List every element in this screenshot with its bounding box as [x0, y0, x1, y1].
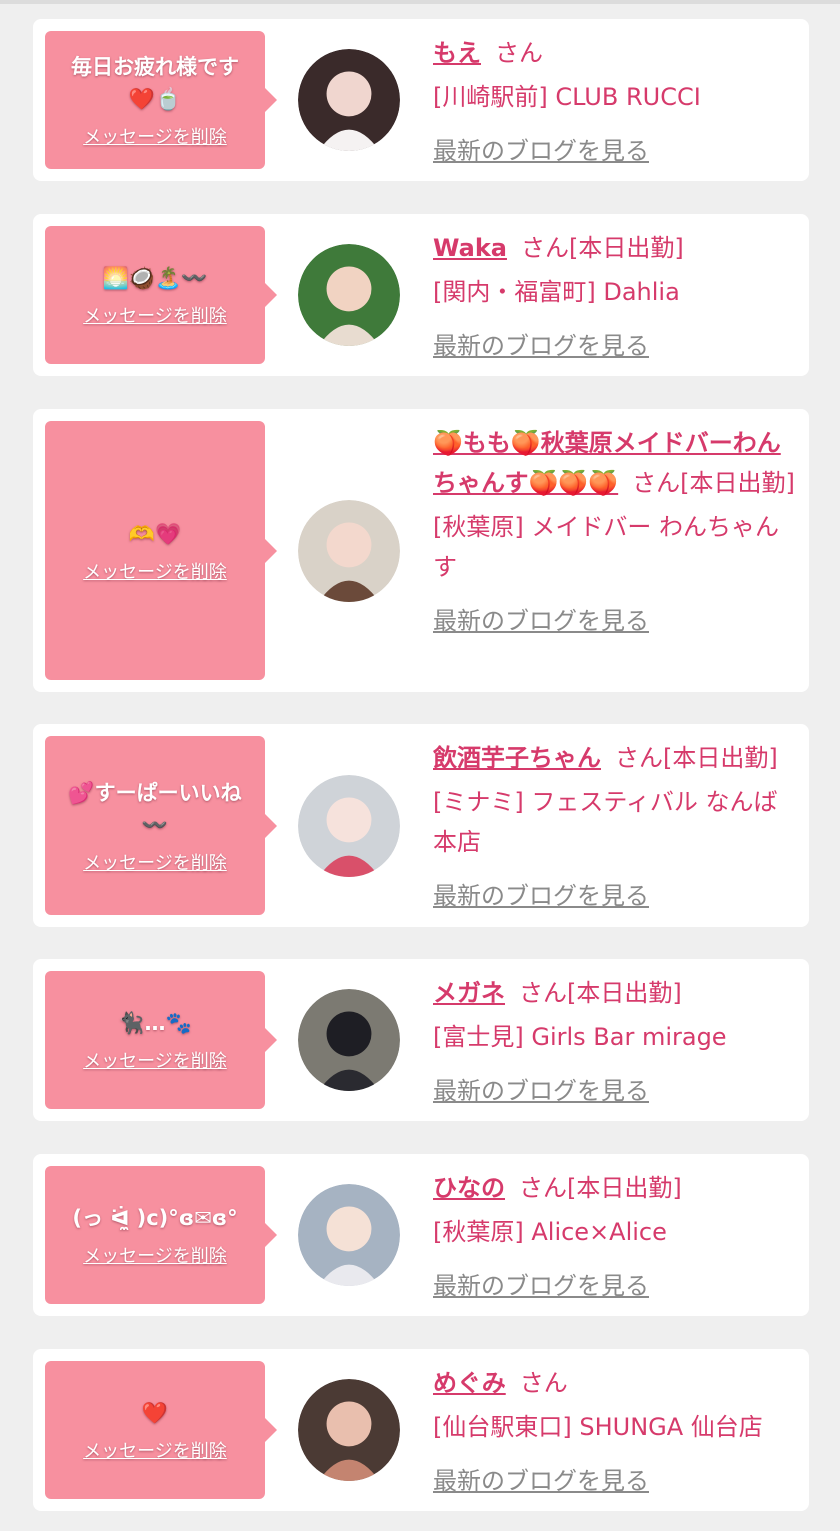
delete-message-link[interactable]: メッセージを削除 — [83, 123, 227, 149]
profile-photo-icon — [298, 774, 400, 877]
cast-name-link[interactable]: 飲酒芋子ちゃん — [433, 744, 601, 772]
message-text: 💕すーぱーいいね 〰️ — [68, 780, 242, 837]
profile-photo-icon — [298, 1379, 400, 1481]
message-card: 🌅🥥🏝️〰️ メッセージを削除 Waka さん[本日出勤] [関内・福富町] Da… — [33, 214, 809, 376]
cast-name-link[interactable]: メガネ — [433, 979, 505, 1007]
latest-blog-link[interactable]: 最新のブログを見る — [433, 326, 649, 366]
shop-name: [ミナミ] フェスティバル なんば本店 — [433, 788, 778, 856]
message-bubble: 🐈‍⬛…🐾 メッセージを削除 — [45, 971, 277, 1109]
shop-name: [富士見] Girls Bar mirage — [433, 1023, 727, 1051]
cast-info: 飲酒芋子ちゃん さん[本日出勤] [ミナミ] フェスティバル なんば本店 最新のブ… — [433, 738, 797, 916]
message-text: (っ ᐛ̼ )c)°ɞ✉ɞ° — [72, 1206, 238, 1230]
honorific-label: さん — [495, 39, 543, 67]
profile-photo-icon — [298, 499, 400, 602]
avatar[interactable] — [298, 774, 400, 877]
attendance-badge: [本日出勤] — [568, 234, 684, 262]
cast-name-link[interactable]: めぐみ — [433, 1369, 506, 1397]
avatar[interactable] — [298, 49, 400, 151]
latest-blog-link[interactable]: 最新のブログを見る — [433, 1461, 649, 1501]
message-card: 毎日お疲れ様です ❤️🍵 メッセージを削除 もえ さん [川崎駅前] CLUB R… — [33, 19, 809, 181]
profile-photo-icon — [298, 989, 400, 1091]
attendance-badge: [本日出勤] — [567, 1174, 682, 1202]
honorific-label: さん — [632, 469, 681, 497]
message-card: (っ ᐛ̼ )c)°ɞ✉ɞ° メッセージを削除 ひなの さん[本日出勤] [秋葉原… — [33, 1154, 809, 1316]
message-bubble: 🌅🥥🏝️〰️ メッセージを削除 — [45, 226, 277, 364]
message-list: 毎日お疲れ様です ❤️🍵 メッセージを削除 もえ さん [川崎駅前] CLUB R… — [0, 0, 840, 1531]
honorific-label: さん — [519, 1369, 568, 1397]
message-card: 🫶💗 メッセージを削除 🍑もも🍑秋葉原メイドバーわんちゃんす🍑🍑🍑 さん[本日出勤… — [33, 409, 809, 692]
message-text: 毎日お疲れ様です ❤️🍵 — [71, 55, 239, 111]
cast-name-link[interactable]: もえ — [433, 39, 481, 67]
delete-message-link[interactable]: メッセージを削除 — [83, 302, 227, 328]
delete-message-link[interactable]: メッセージを削除 — [83, 1047, 227, 1073]
profile-photo-icon — [298, 49, 400, 151]
shop-name: [秋葉原] Alice×Alice — [433, 1218, 667, 1246]
latest-blog-link[interactable]: 最新のブログを見る — [433, 1071, 649, 1111]
cast-info: ひなの さん[本日出勤] [秋葉原] Alice×Alice 最新のブログを見る — [433, 1168, 797, 1306]
message-bubble: 💕すーぱーいいね 〰️ メッセージを削除 — [45, 736, 277, 915]
cast-info: Waka さん[本日出勤] [関内・福富町] Dahlia 最新のブログを見る — [433, 228, 797, 366]
avatar[interactable] — [298, 1379, 400, 1481]
cast-name-line: 🍑もも🍑秋葉原メイドバーわんちゃんす🍑🍑🍑 さん[本日出勤] — [433, 423, 797, 503]
honorific-label: さん — [519, 1174, 567, 1202]
attendance-badge: [本日出勤] — [680, 469, 795, 497]
shop-name: [川崎駅前] CLUB RUCCI — [433, 83, 701, 111]
attendance-badge: [本日出勤] — [663, 744, 778, 772]
cast-info: メガネ さん[本日出勤] [富士見] Girls Bar mirage 最新のブロ… — [433, 973, 797, 1111]
profile-photo-icon — [298, 1184, 400, 1286]
cast-info: めぐみ さん [仙台駅東口] SHUNGA 仙台店 最新のブログを見る — [433, 1363, 797, 1501]
cast-name-line: Waka さん[本日出勤] — [433, 228, 797, 268]
avatar[interactable] — [298, 1184, 400, 1286]
avatar[interactable] — [298, 989, 400, 1091]
cast-info: もえ さん [川崎駅前] CLUB RUCCI 最新のブログを見る — [433, 33, 797, 171]
cast-name-line: ひなの さん[本日出勤] — [433, 1168, 797, 1208]
shop-name: [仙台駅東口] SHUNGA 仙台店 — [433, 1413, 763, 1441]
message-card: 🐈‍⬛…🐾 メッセージを削除 メガネ さん[本日出勤] [富士見] Girls B… — [33, 959, 809, 1121]
message-text: 🐈‍⬛…🐾 — [118, 1011, 192, 1035]
cast-name-line: メガネ さん[本日出勤] — [433, 973, 797, 1013]
message-card: 💕すーぱーいいね 〰️ メッセージを削除 飲酒芋子ちゃん さん[本日出勤] [ミナ… — [33, 724, 809, 927]
cast-name-line: 飲酒芋子ちゃん さん[本日出勤] — [433, 738, 797, 778]
message-bubble: ❤️ メッセージを削除 — [45, 1361, 277, 1499]
shop-name: [関内・福富町] Dahlia — [433, 278, 680, 306]
latest-blog-link[interactable]: 最新のブログを見る — [433, 601, 649, 641]
latest-blog-link[interactable]: 最新のブログを見る — [433, 131, 649, 171]
delete-message-link[interactable]: メッセージを削除 — [83, 849, 227, 875]
latest-blog-link[interactable]: 最新のブログを見る — [433, 1266, 649, 1306]
honorific-label: さん — [615, 744, 663, 772]
cast-name-link[interactable]: ひなの — [433, 1174, 505, 1202]
message-bubble: 🫶💗 メッセージを削除 — [45, 421, 277, 680]
message-text: 🌅🥥🏝️〰️ — [102, 266, 208, 290]
profile-photo-icon — [298, 244, 400, 346]
message-bubble: (っ ᐛ̼ )c)°ɞ✉ɞ° メッセージを削除 — [45, 1166, 277, 1304]
message-card: ❤️ メッセージを削除 めぐみ さん [仙台駅東口] SHUNGA 仙台店 最新の… — [33, 1349, 809, 1511]
latest-blog-link[interactable]: 最新のブログを見る — [433, 876, 649, 916]
message-text: 🫶💗 — [128, 521, 182, 546]
delete-message-link[interactable]: メッセージを削除 — [83, 1437, 227, 1463]
honorific-label: さん — [519, 979, 567, 1007]
cast-name-line: めぐみ さん — [433, 1363, 797, 1403]
delete-message-link[interactable]: メッセージを削除 — [83, 1242, 227, 1268]
attendance-badge: [本日出勤] — [567, 979, 682, 1007]
honorific-label: さん — [520, 234, 569, 262]
message-bubble: 毎日お疲れ様です ❤️🍵 メッセージを削除 — [45, 31, 277, 169]
avatar[interactable] — [298, 244, 400, 346]
delete-message-link[interactable]: メッセージを削除 — [83, 558, 227, 584]
cast-info: 🍑もも🍑秋葉原メイドバーわんちゃんす🍑🍑🍑 さん[本日出勤] [秋葉原] メイドバ… — [433, 423, 797, 641]
cast-name-link[interactable]: Waka — [433, 234, 507, 262]
cast-name-line: もえ さん — [433, 33, 797, 73]
shop-name: [秋葉原] メイドバー わんちゃんす — [433, 513, 779, 581]
message-text: ❤️ — [141, 1401, 169, 1425]
avatar[interactable] — [298, 499, 400, 602]
